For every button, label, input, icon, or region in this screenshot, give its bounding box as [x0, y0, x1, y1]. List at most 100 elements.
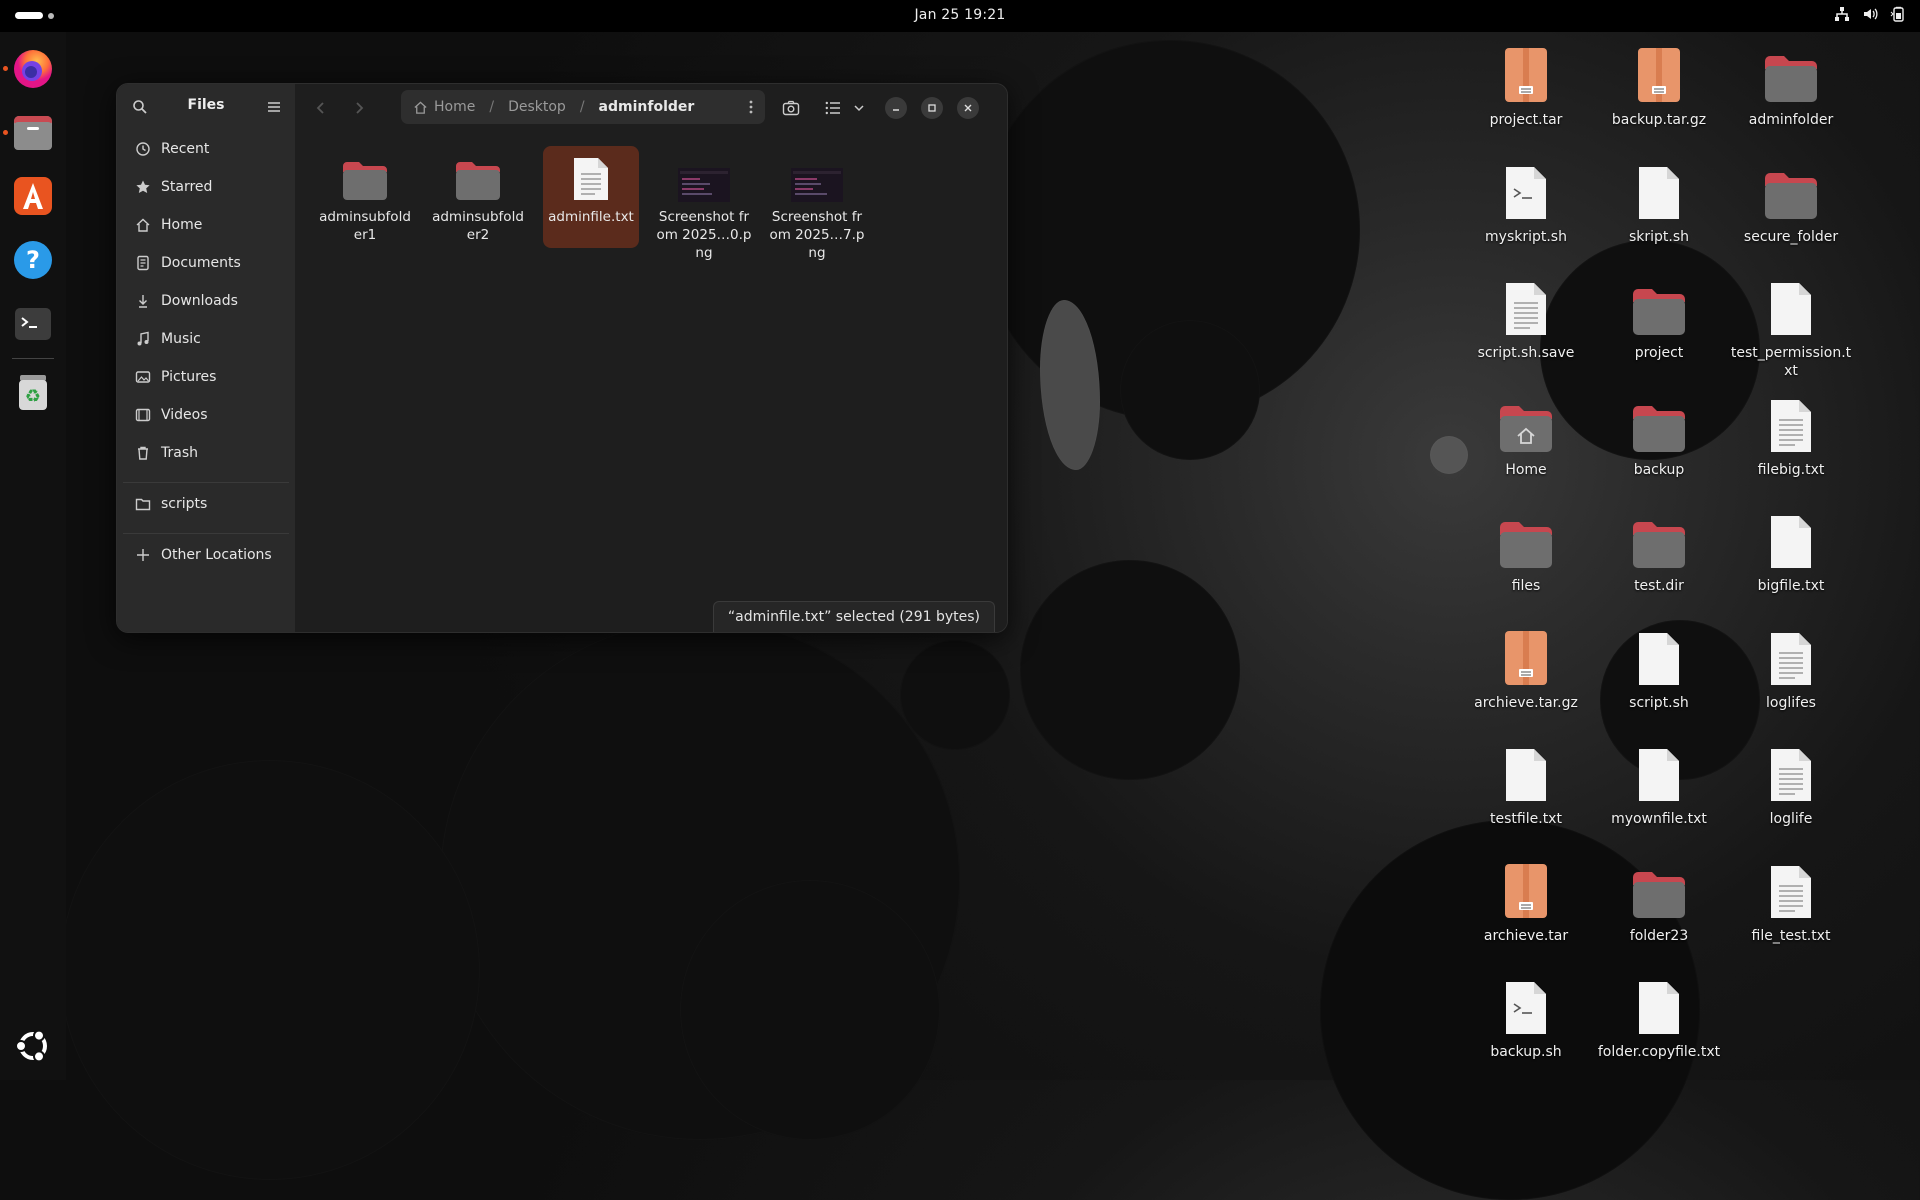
desktop-icon-blank[interactable]: test_permission.txt: [1729, 273, 1853, 380]
desktop-icon-archive[interactable]: archieve.tar: [1464, 856, 1588, 945]
sidebar-item-videos[interactable]: Videos: [123, 398, 289, 432]
volume-icon: [1862, 6, 1878, 22]
sidebar-item-music[interactable]: Music: [123, 322, 289, 356]
status-bar: “adminfile.txt” selected (291 bytes): [712, 601, 995, 632]
desktop-icon-text[interactable]: loglife: [1729, 739, 1853, 828]
sidebar-item-recent[interactable]: Recent: [123, 132, 289, 166]
folder-icon: [1597, 273, 1721, 337]
image-thumbnail: [769, 152, 865, 202]
desktop-icon-archive[interactable]: project.tar: [1464, 40, 1588, 129]
text-file-icon: [1597, 972, 1721, 1036]
dock-help[interactable]: ?: [9, 236, 57, 284]
file-item-folder[interactable]: adminsubfolder2: [430, 146, 526, 248]
sidebar-item-label: scripts: [161, 496, 208, 512]
desktop-icon-folder[interactable]: backup: [1597, 390, 1721, 479]
folder-icon: [1597, 390, 1721, 454]
main-menu-button[interactable]: [263, 96, 285, 118]
sidebar-item-pictures[interactable]: Pictures: [123, 360, 289, 394]
archive-icon: [1464, 623, 1588, 687]
dock-terminal[interactable]: [9, 300, 57, 348]
desktop-icon-label: test.dir: [1634, 578, 1684, 594]
file-item-text-selected[interactable]: adminfile.txt: [543, 146, 639, 248]
desktop-icon-archive[interactable]: backup.tar.gz: [1597, 40, 1721, 129]
desktop-icon-folder[interactable]: adminfolder: [1729, 40, 1853, 129]
desktop-icon-blank[interactable]: skript.sh: [1597, 157, 1721, 246]
desktop-icon-folder[interactable]: project: [1597, 273, 1721, 362]
dock-app-center[interactable]: [9, 172, 57, 220]
file-item-image[interactable]: Screenshot from 2025…7.png: [769, 146, 865, 261]
sidebar-separator: [123, 533, 289, 534]
desktop-icon-label: file_test.txt: [1751, 927, 1831, 944]
sidebar-item-scripts[interactable]: scripts: [123, 487, 289, 521]
minimize-button[interactable]: [885, 97, 907, 119]
desktop-icon-home[interactable]: Home: [1464, 390, 1588, 479]
forward-button[interactable]: [347, 96, 371, 120]
desktop-icon-label: archieve.tar.gz: [1474, 694, 1578, 711]
system-tray[interactable]: [1834, 6, 1906, 22]
file-label: adminfile.txt: [548, 209, 634, 225]
desktop-icon-label: script.sh.save: [1477, 345, 1575, 361]
desktop-icon-text[interactable]: filebig.txt: [1729, 390, 1853, 479]
archive-icon: [1464, 40, 1588, 104]
file-item-image[interactable]: Screenshot from 2025…0.png: [656, 146, 752, 261]
path-menu-icon[interactable]: [749, 100, 753, 114]
dock-trash[interactable]: ♻: [9, 368, 57, 416]
sidebar-item-downloads[interactable]: Downloads: [123, 284, 289, 318]
close-button[interactable]: [957, 97, 979, 119]
breadcrumb-desktop[interactable]: Desktop: [508, 99, 566, 115]
desktop-icon-label: project: [1634, 345, 1684, 361]
files-window: Files Recent Starred Home Documents Down…: [116, 83, 1008, 633]
desktop-icon-text[interactable]: script.sh.save: [1464, 273, 1588, 362]
text-file-icon: [1464, 273, 1588, 337]
network-icon: [1834, 6, 1850, 22]
desktop-icon-blank[interactable]: testfile.txt: [1464, 739, 1588, 828]
desktop-icon-folder[interactable]: folder23: [1597, 856, 1721, 945]
sidebar-item-trash[interactable]: Trash: [123, 436, 289, 470]
sidebar-item-home[interactable]: Home: [123, 208, 289, 242]
view-options-button[interactable]: [847, 96, 871, 120]
maximize-button[interactable]: [921, 97, 943, 119]
dock-firefox[interactable]: [9, 44, 57, 92]
desktop-icon-text[interactable]: file_test.txt: [1729, 856, 1853, 945]
sidebar-item-label: Other Locations: [161, 547, 272, 563]
clock[interactable]: Jan 25 19:21: [0, 0, 1920, 30]
desktop-icon-blank[interactable]: bigfile.txt: [1729, 506, 1853, 595]
battery-icon: [1890, 6, 1906, 22]
back-button[interactable]: [309, 96, 333, 120]
chevron-down-icon: [854, 105, 864, 112]
desktop-icon-label: test_permission.txt: [1730, 345, 1852, 379]
file-item-folder[interactable]: adminsubfolder1: [317, 146, 413, 248]
desktop-icon-blank[interactable]: script.sh: [1597, 623, 1721, 712]
desktop-icon-archive[interactable]: archieve.tar.gz: [1464, 623, 1588, 712]
desktop-icon-label: loglifes: [1766, 694, 1816, 711]
desktop-icon-script[interactable]: backup.sh: [1464, 972, 1588, 1061]
desktop-icon-label: adminfolder: [1748, 112, 1834, 128]
hamburger-icon: [268, 102, 280, 112]
sidebar-item-starred[interactable]: Starred: [123, 170, 289, 204]
desktop-icon-folder[interactable]: test.dir: [1597, 506, 1721, 595]
main-pane: Home / Desktop / adminfolder adminsubfol…: [295, 84, 1007, 632]
breadcrumb-current[interactable]: adminfolder: [599, 99, 695, 115]
desktop-icon-text[interactable]: loglifes: [1729, 623, 1853, 712]
show-apps-button[interactable]: [9, 1022, 57, 1070]
files-icon: [14, 116, 52, 150]
dock: ? ♻: [0, 32, 66, 1080]
new-folder-button[interactable]: [779, 96, 803, 120]
view-list-button[interactable]: [821, 96, 845, 120]
desktop-icon-script[interactable]: myskript.sh: [1464, 157, 1588, 246]
dock-files[interactable]: [9, 108, 57, 156]
file-label: adminsubfolder2: [432, 209, 524, 243]
desktop-icon-blank[interactable]: folder.copyfile.txt: [1597, 972, 1721, 1061]
sidebar-item-documents[interactable]: Documents: [123, 246, 289, 280]
firefox-icon: [14, 50, 52, 88]
desktop-icon-folder[interactable]: files: [1464, 506, 1588, 595]
svg-text:?: ?: [26, 246, 40, 274]
desktop-icon-folder[interactable]: secure_folder: [1729, 157, 1853, 246]
breadcrumb-home[interactable]: Home: [434, 99, 475, 115]
sidebar-item-other-locations[interactable]: Other Locations: [123, 538, 289, 572]
desktop-icon-blank[interactable]: myownfile.txt: [1597, 739, 1721, 828]
text-file-icon: [1597, 623, 1721, 687]
folder-icon: [1729, 157, 1853, 221]
path-bar[interactable]: Home / Desktop / adminfolder: [401, 90, 765, 124]
home-icon: [413, 100, 428, 115]
